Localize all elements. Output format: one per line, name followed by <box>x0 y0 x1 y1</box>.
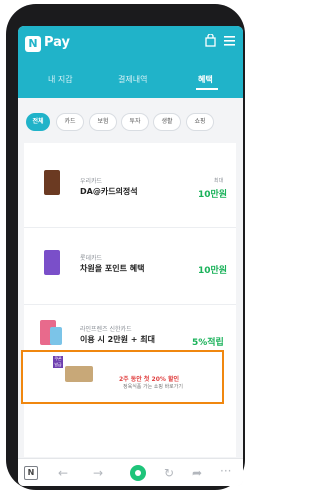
chip-shopping[interactable]: 쇼핑 <box>186 113 214 131</box>
card-image-secondary <box>50 327 62 345</box>
tab-payment-history[interactable]: 결제내역 <box>118 74 147 85</box>
browser-toolbar: N ← → ↻ ➦ ··· <box>18 458 243 486</box>
promo-product-image <box>65 366 93 382</box>
benefit-value: 10만원 <box>198 266 228 276</box>
benefit-item[interactable]: 우리카드 DA@카드의정석 최대 10만원 <box>24 143 236 227</box>
chip-card[interactable]: 카드 <box>56 113 84 131</box>
bag-icon[interactable] <box>204 33 217 51</box>
app-title: Pay <box>44 35 71 50</box>
menu-icon[interactable] <box>223 34 236 51</box>
promo-badge: 쿠폰 발급 <box>53 356 63 368</box>
benefit-title: 이용 시 2만원 + 최대 <box>80 335 155 344</box>
share-icon[interactable]: ➦ <box>192 466 202 480</box>
benefit-value: 10만원 <box>198 190 228 200</box>
benefit-title: DA@카드의정석 <box>80 187 138 196</box>
tab-wallet[interactable]: 내 지갑 <box>48 74 73 85</box>
card-image <box>44 250 60 275</box>
forward-arrow-icon[interactable]: → <box>93 466 103 480</box>
promo-subtitle: 정육식품 가는 쇼핑 바로가기 <box>123 384 183 390</box>
chip-invest[interactable]: 투자 <box>121 113 149 131</box>
card-issuer: 우리카드 <box>80 178 103 185</box>
active-tab-indicator <box>196 88 218 90</box>
naver-logo: N <box>25 36 41 52</box>
phone-frame: N Pay 내 지갑 결제내역 혜택 전체 카드 보험 투자 생활 쇼핑 우리카 <box>6 4 245 490</box>
refresh-icon[interactable]: ↻ <box>164 466 174 480</box>
app-screen: N Pay 내 지갑 결제내역 혜택 전체 카드 보험 투자 생활 쇼핑 우리카 <box>18 26 243 486</box>
chip-life[interactable]: 생활 <box>153 113 181 131</box>
tab-benefits[interactable]: 혜택 <box>198 74 213 85</box>
card-issuer: 롯데카드 <box>80 255 103 262</box>
promo-title: 2주 동안 첫 20% 할인 <box>119 376 180 383</box>
card-image <box>44 170 60 195</box>
home-circle-icon[interactable] <box>130 465 146 481</box>
benefit-value: 5%적립 <box>192 338 224 348</box>
back-arrow-icon[interactable]: ← <box>58 466 68 480</box>
more-icon[interactable]: ··· <box>220 464 231 478</box>
benefit-title: 차원을 포인트 혜택 <box>80 264 145 273</box>
chip-insurance[interactable]: 보험 <box>89 113 117 131</box>
card-issuer: 라인프렌즈 신한카드 <box>80 326 132 333</box>
chip-all[interactable]: 전체 <box>26 113 50 131</box>
naver-home-button[interactable]: N <box>24 466 38 480</box>
promo-banner[interactable]: 쿠폰 발급 2주 동안 첫 20% 할인 정육식품 가는 쇼핑 바로가기 <box>21 350 224 404</box>
benefit-list: 우리카드 DA@카드의정석 최대 10만원 롯데카드 차원을 포인트 혜택 10… <box>24 143 236 457</box>
app-header: N Pay 내 지갑 결제내역 혜택 <box>18 26 243 98</box>
filter-chips: 전체 카드 보험 투자 생활 쇼핑 <box>18 113 243 133</box>
benefit-tag: 최대 <box>214 178 224 184</box>
benefit-item[interactable]: 롯데카드 차원을 포인트 혜택 10만원 <box>24 228 236 304</box>
